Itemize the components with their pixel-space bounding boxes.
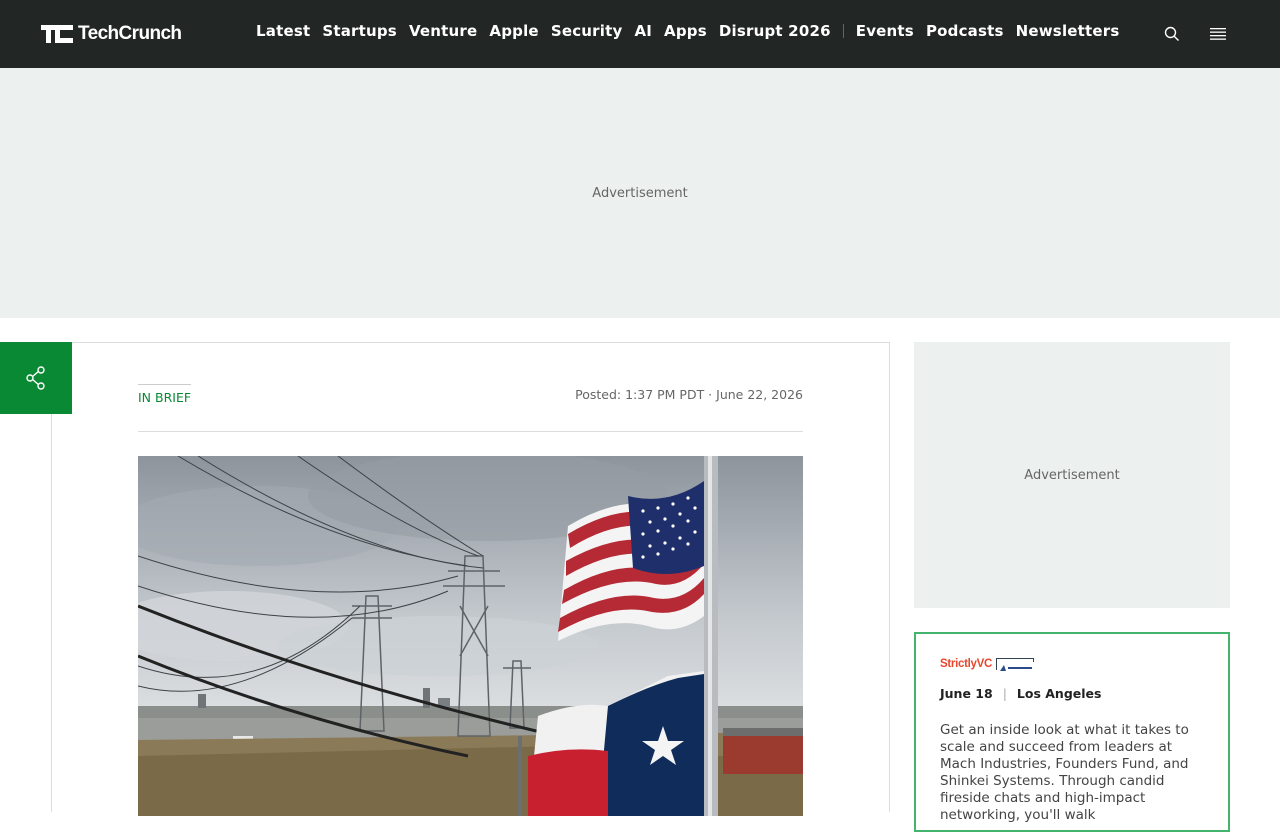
event-promo-card[interactable]: StrictlyVC June 18 | Los Angeles Get an …: [914, 632, 1230, 832]
aerospace-partner-logo: [995, 658, 1035, 674]
nav-venture[interactable]: Venture: [409, 22, 477, 40]
ad-label: Advertisement: [1024, 467, 1120, 483]
share-button[interactable]: [0, 342, 72, 414]
divider: [138, 431, 803, 432]
article-card: IN BRIEF Posted: 1:37 PM PDT · June 22, …: [51, 342, 890, 816]
main-nav: Latest Startups Venture Apple Security A…: [256, 22, 1132, 40]
nav-ai[interactable]: AI: [634, 22, 652, 40]
article-category[interactable]: IN BRIEF: [138, 384, 192, 405]
nav-startups[interactable]: Startups: [322, 22, 397, 40]
nav-divider: [842, 24, 844, 38]
logo-wordmark: TechCrunch: [78, 23, 182, 44]
techcrunch-logo[interactable]: TechCrunch: [41, 23, 182, 45]
search-button[interactable]: [1160, 22, 1184, 46]
event-location: Los Angeles: [1016, 686, 1102, 701]
nav-podcasts[interactable]: Podcasts: [926, 22, 1004, 40]
search-icon: [1164, 26, 1179, 41]
article-timestamp: Posted: 1:37 PM PDT · June 22, 2026: [575, 387, 803, 402]
site-header: TechCrunch Latest Startups Venture Apple…: [0, 0, 1280, 68]
ad-label: Advertisement: [592, 185, 688, 201]
sidebar-advertisement[interactable]: Advertisement: [914, 342, 1230, 608]
event-logos: StrictlyVC: [940, 658, 1035, 674]
nav-disrupt[interactable]: Disrupt 2026: [719, 22, 831, 40]
tc-logo-mark-icon: [41, 25, 73, 43]
share-icon: [26, 366, 45, 390]
nav-latest[interactable]: Latest: [256, 22, 310, 40]
nav-apps[interactable]: Apps: [664, 22, 707, 40]
event-meta: June 18 | Los Angeles: [940, 686, 1101, 701]
meta-separator: |: [1002, 686, 1007, 701]
article-hero-image: [138, 456, 803, 816]
menu-button[interactable]: [1206, 22, 1230, 46]
event-description: Get an inside look at what it takes to s…: [940, 722, 1189, 823]
hamburger-menu-icon: [1210, 28, 1226, 40]
nav-newsletters[interactable]: Newsletters: [1016, 22, 1120, 40]
nav-events[interactable]: Events: [856, 22, 914, 40]
top-advertisement[interactable]: Advertisement: [0, 68, 1280, 318]
event-date: June 18: [940, 686, 993, 701]
nav-security[interactable]: Security: [551, 22, 623, 40]
strictlyvc-logo: StrictlyVC: [940, 658, 992, 670]
nav-apple[interactable]: Apple: [489, 22, 538, 40]
